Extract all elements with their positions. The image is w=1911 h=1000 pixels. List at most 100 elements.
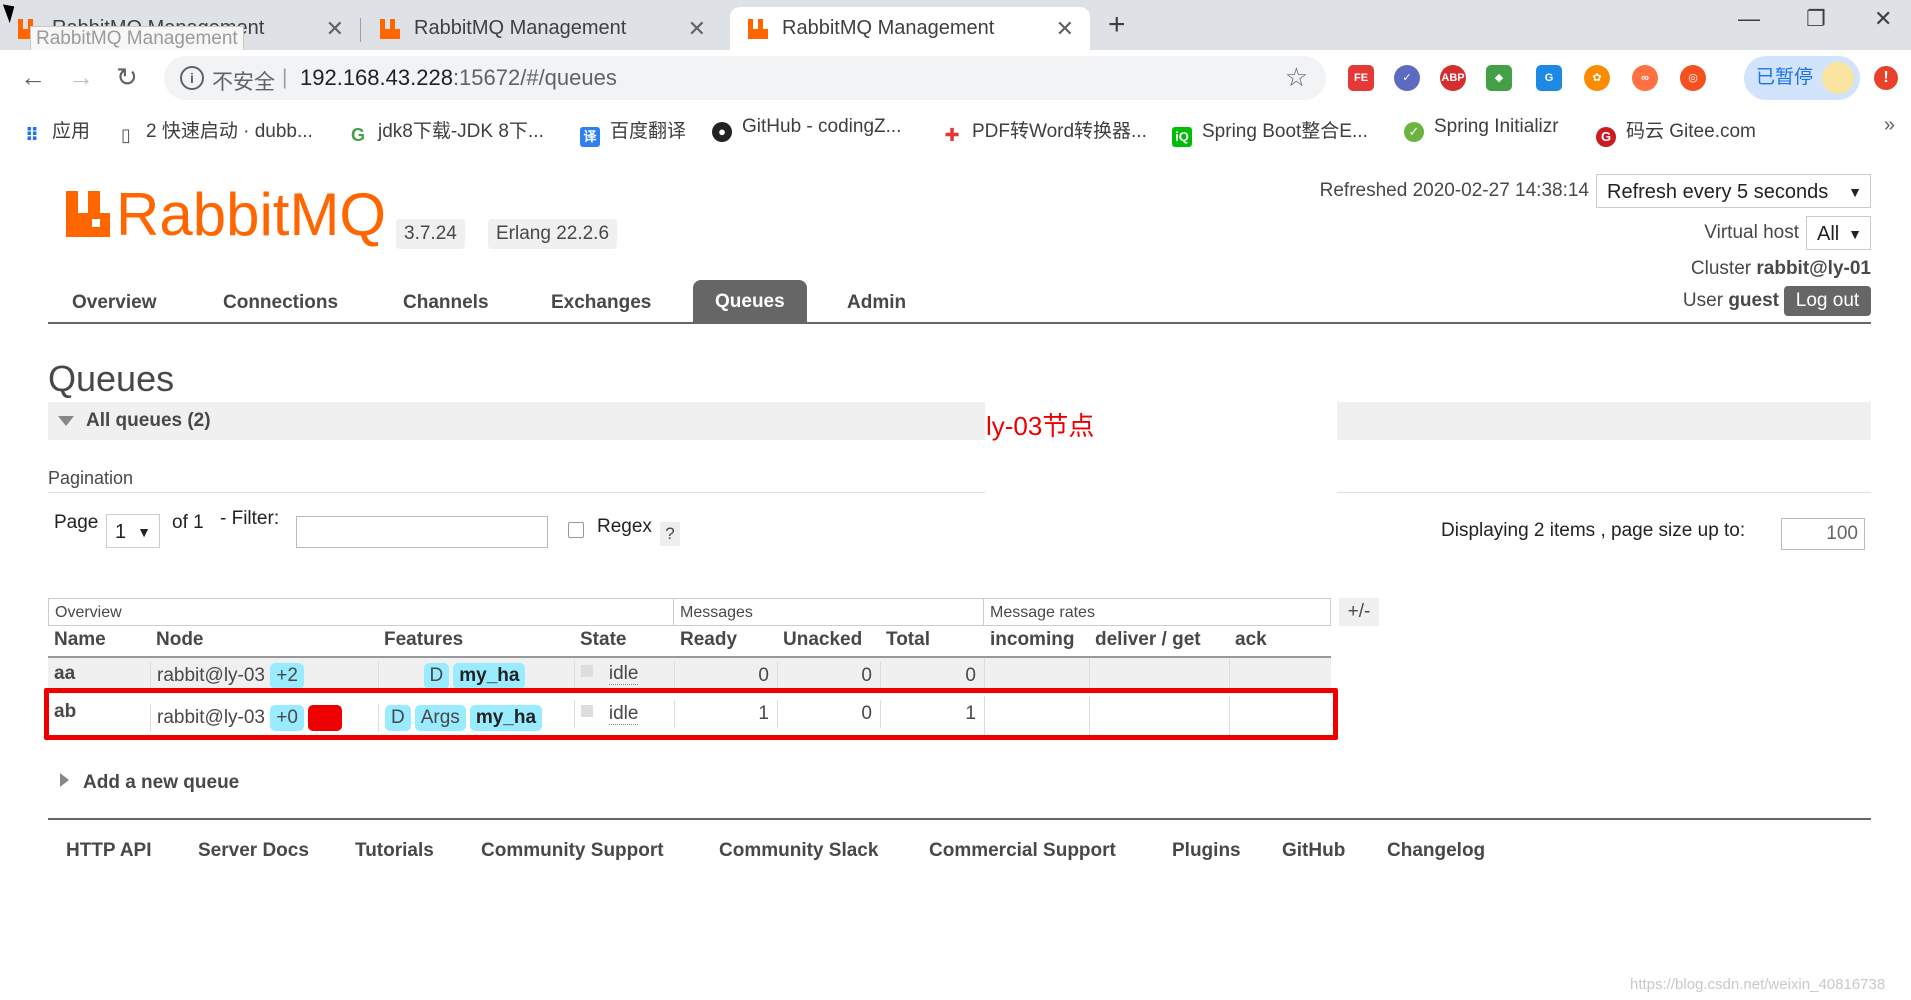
annotation-text: ly-03节点	[986, 411, 1095, 441]
version-badge: 3.7.24	[396, 219, 465, 249]
bookmark-github[interactable]: ● GitHub - codingZ...	[712, 116, 901, 142]
page-select[interactable]: 1	[106, 514, 160, 549]
tab-connections[interactable]: Connections	[223, 292, 338, 314]
col-ready[interactable]: Ready	[674, 626, 777, 654]
pagination-label: Pagination	[48, 468, 134, 488]
profile-paused-button[interactable]: 已暂停	[1744, 56, 1860, 100]
features-cell: Dmy_ha	[378, 662, 574, 690]
col-incoming: incoming	[990, 629, 1075, 650]
reload-icon[interactable]: ↻	[116, 62, 138, 93]
rabbitmq-favicon-icon	[748, 18, 768, 39]
infinity-extension-icon[interactable]: ∞	[1632, 65, 1658, 91]
regex-checkbox[interactable]	[568, 522, 584, 538]
translate-extension-icon[interactable]: G	[1536, 65, 1562, 91]
bookmark-gitee[interactable]: G 码云 Gitee.com	[1596, 116, 1756, 147]
footer-link-http-api[interactable]: HTTP API	[66, 840, 152, 862]
bookmarks-bar: ⠿ 应用 ▯ 2 快速启动 · dubb... Gjdk8下载-JDK 8下... …	[0, 106, 1911, 148]
avatar	[1822, 62, 1854, 94]
bookmark-baidu-translate[interactable]: 译百度翻译	[580, 116, 686, 147]
back-arrow-icon[interactable]: ←	[20, 62, 46, 93]
group-messages: Messages	[674, 598, 984, 626]
restore-icon[interactable]: ❐	[1806, 6, 1826, 32]
col-total[interactable]: Total	[880, 626, 984, 654]
mirror-count-badge: +2	[270, 663, 304, 689]
of-pages-label: of 1	[172, 512, 204, 533]
footer-link-tutorials[interactable]: Tutorials	[355, 840, 434, 862]
tab-queues[interactable]: Queues	[693, 280, 807, 322]
fe-extension-icon[interactable]: FE	[1348, 65, 1374, 91]
close-tab-icon[interactable]: ✕	[326, 16, 344, 42]
info-icon[interactable]: i	[180, 66, 204, 90]
all-queues-toggle[interactable]: All queues (2)	[48, 402, 1871, 440]
refreshed-timestamp: Refreshed 2020-02-27 14:38:14	[1319, 180, 1589, 201]
footer-link-community-support[interactable]: Community Support	[481, 840, 664, 862]
minimize-icon[interactable]: —	[1738, 6, 1760, 32]
divider	[1337, 492, 1871, 493]
col-node[interactable]: Node	[150, 626, 378, 654]
footer-link-github[interactable]: GitHub	[1282, 840, 1345, 862]
orange-extension-icon[interactable]: ◎	[1680, 65, 1706, 91]
footer-link-commercial-support[interactable]: Commercial Support	[929, 840, 1116, 862]
bookmark-dubbo[interactable]: ▯ 2 快速启动 · dubb...	[116, 116, 313, 145]
footer-link-changelog[interactable]: Changelog	[1387, 840, 1485, 862]
close-tab-icon[interactable]: ✕	[1056, 16, 1074, 42]
flower-extension-icon[interactable]: ✿	[1584, 65, 1610, 91]
github-icon: ●	[712, 122, 732, 142]
rabbitmq-logo: RabbitMQ	[66, 180, 386, 249]
state-cell: idle	[574, 660, 674, 688]
virtual-host-select[interactable]: All	[1806, 216, 1871, 251]
bookmarks-more-icon[interactable]: »	[1884, 114, 1895, 137]
refresh-interval-select[interactable]: Refresh every 5 seconds	[1596, 174, 1871, 209]
filter-input[interactable]	[296, 516, 548, 548]
cluster-info: Cluster rabbit@ly-01	[1690, 258, 1871, 279]
color-extension-icon[interactable]: ◆	[1486, 65, 1512, 91]
footer-link-plugins[interactable]: Plugins	[1172, 840, 1241, 862]
bookmark-star-icon[interactable]: ☆	[1285, 62, 1308, 93]
footer-link-server-docs[interactable]: Server Docs	[198, 840, 309, 862]
tab-exchanges[interactable]: Exchanges	[551, 292, 651, 314]
check-extension-icon[interactable]: ✓	[1394, 65, 1420, 91]
browser-tab-3-active[interactable]: RabbitMQ Management ✕	[730, 7, 1090, 50]
tab-strip: RabbitMQ Management ✕ RabbitMQ Managemen…	[0, 0, 1911, 52]
paused-label: 已暂停	[1756, 67, 1814, 88]
col-name[interactable]: Name	[48, 626, 150, 654]
bookmark-pdf[interactable]: ✚ PDF转Word转换器...	[942, 116, 1146, 145]
url-text[interactable]: 192.168.43.228:15672/#/queues	[300, 65, 617, 91]
bookmark-spring-boot[interactable]: iQ Spring Boot整合E...	[1172, 116, 1368, 147]
download-icon: G	[350, 125, 365, 145]
window-close-icon[interactable]: ✕	[1874, 6, 1892, 32]
col-state[interactable]: State	[574, 626, 674, 654]
tab-admin[interactable]: Admin	[847, 292, 906, 314]
col-ack: ack	[1235, 629, 1267, 650]
forward-arrow-icon[interactable]: →	[68, 62, 94, 93]
new-tab-icon[interactable]: +	[1108, 8, 1126, 42]
adblock-icon[interactable]: ABP	[1440, 65, 1466, 91]
col-unacked[interactable]: Unacked	[777, 626, 880, 654]
address-bar[interactable]: i 不安全 | 192.168.43.228:15672/#/queues ☆	[164, 56, 1326, 100]
tab-overview[interactable]: Overview	[72, 292, 157, 314]
main-nav: Overview Connections Channels Exchanges …	[48, 280, 1871, 324]
close-tab-icon[interactable]: ✕	[688, 16, 706, 42]
pdf-icon: ✚	[944, 125, 960, 145]
queue-name-link[interactable]: aa	[48, 660, 150, 688]
security-label: 不安全	[212, 71, 275, 94]
col-features[interactable]: Features	[378, 626, 574, 654]
apps-grid-icon: ⠿	[24, 125, 40, 145]
erlang-badge: Erlang 22.2.6	[488, 219, 618, 249]
ready-value: 0	[674, 662, 777, 690]
add-new-queue-toggle[interactable]: Add a new queue	[60, 772, 239, 794]
columns-toggle-button[interactable]: +/-	[1339, 598, 1379, 626]
bookmark-apps[interactable]: ⠿ 应用	[22, 116, 90, 145]
node-cell: rabbit@ly-03 +2	[150, 662, 378, 690]
tab-channels[interactable]: Channels	[403, 292, 489, 314]
bookmark-spring-initializr[interactable]: ✓ Spring Initializr	[1404, 116, 1559, 142]
rabbitmq-page: RabbitMQ 3.7.24 Erlang 22.2.6 Refreshed …	[0, 148, 1911, 1000]
page-size-input[interactable]: 100	[1781, 518, 1865, 550]
url-host: 192.168.43.228	[300, 65, 453, 90]
browser-tab-2[interactable]: RabbitMQ Management ✕	[362, 7, 722, 50]
footer-link-community-slack[interactable]: Community Slack	[719, 840, 878, 862]
policy-badge[interactable]: my_ha	[453, 663, 526, 689]
bookmark-jdk8[interactable]: Gjdk8下载-JDK 8下...	[348, 116, 544, 145]
browser-menu-icon[interactable]: !	[1874, 66, 1898, 90]
help-button[interactable]: ?	[660, 522, 680, 546]
